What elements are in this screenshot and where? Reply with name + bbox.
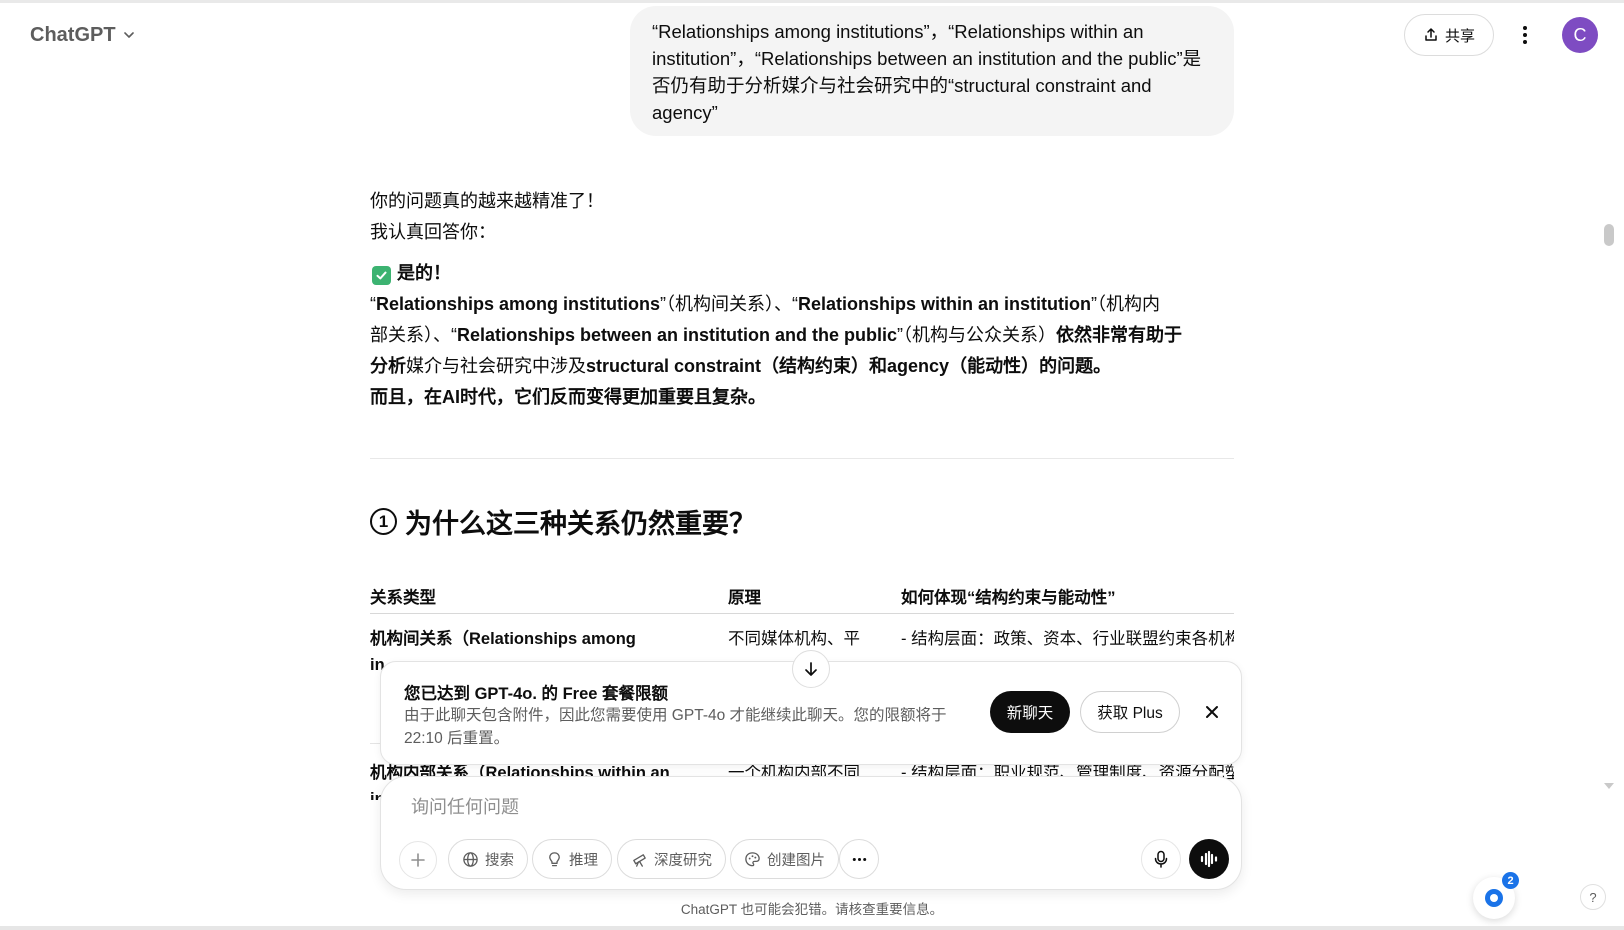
answer-yes-line: 是的！ <box>370 258 1234 289</box>
chat-bubble-icon <box>1485 889 1503 907</box>
close-icon <box>1206 706 1218 718</box>
microphone-icon <box>1154 850 1168 868</box>
text-span: structural constraint（结构约束）和agency（能动性）的… <box>586 356 1112 376</box>
attach-button[interactable] <box>399 841 437 879</box>
create-image-tool-button[interactable]: 创建图片 <box>730 839 839 879</box>
table-header-cell: 原理 <box>728 589 761 607</box>
table-cell: - 结构层面：政策、资本、行业联盟约束各机构 <box>901 630 1234 648</box>
answer-paragraph-line: 分析媒介与社会研究中涉及structural constraint（结构约束）和… <box>370 351 1234 382</box>
bottom-border <box>0 926 1624 930</box>
answer-intro-line: 我认真回答你： <box>370 222 496 242</box>
text-span: 依然非常有助于 <box>1056 325 1183 345</box>
text-span: Relationships within an institution <box>798 294 1092 314</box>
table-cell: 不同媒体机构、平 <box>728 630 860 648</box>
scroll-down-arrow-icon[interactable] <box>1602 780 1616 792</box>
checkmark-icon <box>372 266 391 285</box>
text-span: Relationships among institutions <box>376 294 661 314</box>
model-switcher[interactable]: ChatGPT <box>22 18 144 52</box>
section-heading: 1 为什么这三种关系仍然重要？ <box>370 502 756 541</box>
top-border <box>0 0 1624 3</box>
tool-label: 推理 <box>569 852 598 869</box>
get-plus-button[interactable]: 获取 Plus <box>1080 691 1180 733</box>
text-span: ”（机构与公众关系） <box>897 325 1057 345</box>
more-tools-button[interactable] <box>839 839 879 879</box>
limit-title: 您已达到 GPT-4o. 的 Free 套餐限额 <box>404 685 669 703</box>
text-span: 分析 <box>370 356 406 376</box>
tool-label: 创建图片 <box>767 852 825 869</box>
user-message-bubble: “Relationships among institutions”，“Rela… <box>630 6 1234 136</box>
table-header: 关系类型 原理 如何体现“结构约束与能动性” <box>370 582 1234 614</box>
palette-icon <box>745 851 760 866</box>
answer-intro-line: 你的问题真的越来越精准了！ <box>370 191 604 211</box>
scrollbar-thumb[interactable] <box>1604 224 1614 246</box>
telescope-icon <box>633 853 646 867</box>
tool-label: 搜索 <box>485 852 514 869</box>
share-label: 共享 <box>1444 27 1475 45</box>
lightbulb-icon <box>549 851 560 866</box>
section-number: 1 <box>370 508 397 535</box>
arrow-down-icon <box>805 662 817 676</box>
help-button[interactable]: ? <box>1580 884 1606 910</box>
text-span: 而且，在AI时代，它们反而变得更加重要且复杂。 <box>370 387 766 407</box>
table-header-cell: 如何体现“结构约束与能动性” <box>901 589 1116 607</box>
chevron-down-icon <box>123 32 134 38</box>
section-title: 为什么这三种关系仍然重要？ <box>405 509 756 539</box>
scroll-to-bottom-button[interactable] <box>792 650 830 688</box>
divider <box>370 458 1234 459</box>
share-icon <box>1425 28 1437 41</box>
prompt-input[interactable]: 询问任何问题 <box>411 793 519 819</box>
dictate-button[interactable] <box>1141 839 1181 879</box>
waveform-icon <box>1200 850 1218 868</box>
text-span: 媒介与社会研究中涉及 <box>406 356 586 376</box>
answer-yes: 是的！ <box>397 263 451 283</box>
limit-description: 由于此聊天包含附件，因此您需要使用 GPT-4o 才能继续此聊天。您的限额将于 … <box>404 707 947 747</box>
text-span: 部关系）、“ <box>370 325 457 345</box>
disclaimer: ChatGPT 也可能会犯错。请核查重要信息。 <box>680 902 944 917</box>
answer-paragraph-line: “Relationships among institutions”（机构间关系… <box>370 289 1234 320</box>
text-span: ”（机构间关系）、“ <box>660 294 799 314</box>
tool-label: 深度研究 <box>654 852 712 869</box>
share-button[interactable]: 共享 <box>1404 14 1494 56</box>
search-tool-button[interactable]: 搜索 <box>448 839 528 879</box>
more-options-button[interactable] <box>1508 18 1542 52</box>
model-name: ChatGPT <box>30 23 116 46</box>
composer: 询问任何问题 搜索 推理 深度研究 创建图片 <box>380 776 1242 890</box>
text-span: ”（机构内 <box>1091 294 1161 314</box>
table-header-cell: 关系类型 <box>370 589 436 607</box>
assistant-message: 你的问题真的越来越精准了！ 我认真回答你： 是的！ “Relationships… <box>370 186 1234 413</box>
horizontal-dots-icon <box>852 857 866 861</box>
voice-mode-button[interactable] <box>1189 839 1229 879</box>
answer-paragraph-line: 而且，在AI时代，它们反而变得更加重要且复杂。 <box>370 382 1234 413</box>
plus-icon <box>411 853 425 867</box>
reason-tool-button[interactable]: 推理 <box>532 839 612 879</box>
avatar[interactable]: C <box>1562 17 1598 53</box>
vertical-dots-icon <box>1523 26 1527 44</box>
new-chat-button[interactable]: 新聊天 <box>990 691 1070 733</box>
notification-badge: 2 <box>1502 872 1519 889</box>
deep-research-tool-button[interactable]: 深度研究 <box>617 839 726 879</box>
answer-paragraph-line: 部关系）、“Relationships between an instituti… <box>370 320 1234 351</box>
table-cell: 机构间关系（Relationships among <box>370 630 636 648</box>
close-banner-button[interactable] <box>1199 699 1225 725</box>
text-span: Relationships between an institution and… <box>457 325 898 345</box>
globe-icon <box>463 851 478 867</box>
